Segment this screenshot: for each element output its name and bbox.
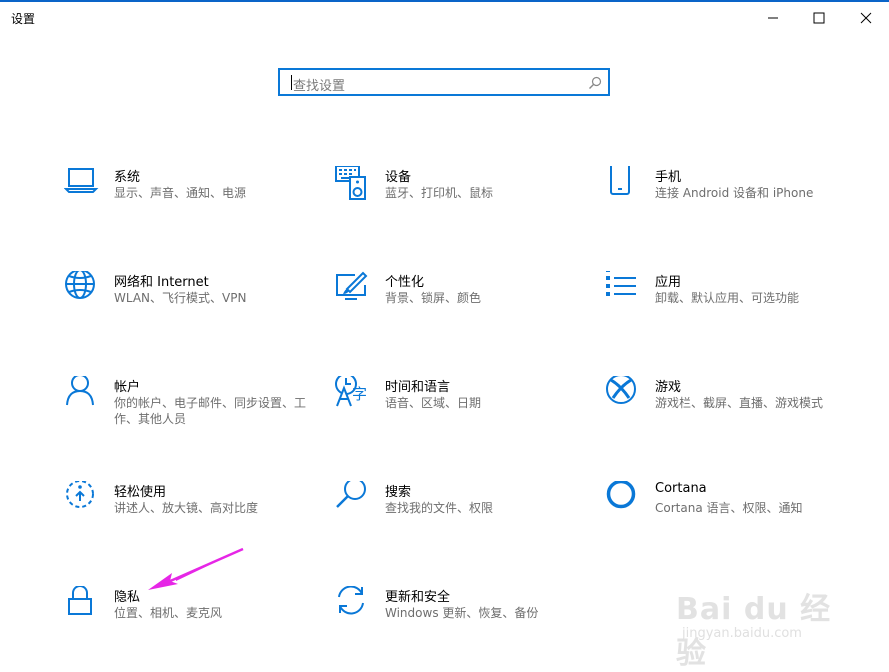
category-description: 显示、声音、通知、电源 — [114, 186, 247, 200]
category-accounts[interactable]: 帐户 你的帐户、电子邮件、同步设置、工作、其他人员 — [64, 376, 314, 446]
category-description: 讲述人、放大镜、高对比度 — [114, 501, 259, 515]
category-ease-of-access[interactable]: 轻松使用 讲述人、放大镜、高对比度 — [64, 481, 314, 551]
category-name: 轻松使用 — [114, 485, 167, 500]
category-description: WLAN、飞行模式、VPN — [114, 291, 247, 305]
category-name: 应用 — [655, 275, 682, 290]
category-cortana[interactable]: Cortana Cortana 语言、权限、通知 — [605, 481, 855, 551]
category-time-language[interactable]: 字 时间和语言 语音、区域、日期 — [335, 376, 585, 446]
search-icon[interactable] — [588, 75, 602, 94]
category-description: 查找我的文件、权限 — [385, 501, 494, 515]
category-name: 系统 — [114, 170, 141, 185]
category-name: 网络和 Internet — [114, 275, 209, 290]
category-description: Windows 更新、恢复、备份 — [385, 606, 539, 620]
category-name: Cortana — [655, 481, 707, 496]
category-name: 手机 — [655, 170, 682, 185]
search-placeholder: 查找设置 — [293, 79, 346, 94]
category-description: 你的帐户、电子邮件、同步设置、工作、其他人员 — [114, 396, 307, 426]
category-description: 蓝牙、打印机、鼠标 — [385, 186, 494, 200]
search-icon — [335, 481, 371, 517]
category-name: 更新和安全 — [385, 590, 451, 605]
minimize-icon — [768, 17, 778, 19]
ease-of-access-icon — [64, 481, 100, 517]
watermark: Bai du 经验 jingyan.baidu.com — [676, 584, 856, 671]
paintbrush-icon — [335, 271, 371, 307]
category-description: 卸载、默认应用、可选功能 — [655, 291, 800, 305]
category-apps[interactable]: 应用 卸载、默认应用、可选功能 — [605, 271, 855, 341]
category-name: 设备 — [385, 170, 412, 185]
laptop-icon — [64, 166, 100, 202]
sync-icon — [335, 586, 371, 622]
category-update-security[interactable]: 更新和安全 Windows 更新、恢复、备份 — [335, 586, 585, 656]
close-icon — [860, 12, 872, 24]
maximize-button[interactable] — [796, 0, 842, 36]
lock-icon — [64, 586, 100, 622]
category-name: 个性化 — [385, 275, 425, 290]
apps-list-icon — [605, 271, 641, 307]
phone-icon — [605, 166, 641, 202]
category-description: 连接 Android 设备和 iPhone — [655, 186, 814, 200]
category-system[interactable]: 系统 显示、声音、通知、电源 — [64, 166, 314, 236]
category-description: Cortana 语言、权限、通知 — [655, 501, 803, 515]
close-button[interactable] — [843, 0, 889, 36]
text-caret — [291, 75, 292, 90]
search-input[interactable]: 查找设置 — [278, 68, 610, 96]
category-name: 隐私 — [114, 590, 141, 605]
category-gaming[interactable]: 游戏 游戏栏、截屏、直播、游戏模式 — [605, 376, 855, 446]
category-name: 帐户 — [114, 380, 141, 395]
minimize-button[interactable] — [750, 0, 796, 36]
category-description: 位置、相机、麦克风 — [114, 606, 223, 620]
xbox-icon — [605, 376, 641, 412]
maximize-icon — [813, 12, 825, 24]
category-phone[interactable]: 手机 连接 Android 设备和 iPhone — [605, 166, 855, 236]
category-description: 游戏栏、截屏、直播、游戏模式 — [655, 396, 824, 410]
person-icon — [64, 376, 100, 412]
time-language-icon: 字 — [335, 376, 371, 412]
category-privacy[interactable]: 隐私 位置、相机、麦克风 — [64, 586, 314, 656]
keyboard-speaker-icon — [335, 166, 371, 202]
svg-text:字: 字 — [352, 385, 367, 403]
watermark-url: jingyan.baidu.com — [682, 626, 802, 641]
cortana-icon — [605, 481, 641, 517]
category-name: 时间和语言 — [385, 380, 451, 395]
category-description: 语音、区域、日期 — [385, 396, 482, 410]
category-devices[interactable]: 设备 蓝牙、打印机、鼠标 — [335, 166, 585, 236]
category-search[interactable]: 搜索 查找我的文件、权限 — [335, 481, 585, 551]
category-personalization[interactable]: 个性化 背景、锁屏、颜色 — [335, 271, 585, 341]
category-name: 游戏 — [655, 380, 682, 395]
category-network[interactable]: 网络和 Internet WLAN、飞行模式、VPN — [64, 271, 314, 341]
category-name: 搜索 — [385, 485, 412, 500]
window-title: 设置 — [11, 12, 36, 26]
globe-icon — [64, 271, 100, 307]
category-description: 背景、锁屏、颜色 — [385, 291, 482, 305]
